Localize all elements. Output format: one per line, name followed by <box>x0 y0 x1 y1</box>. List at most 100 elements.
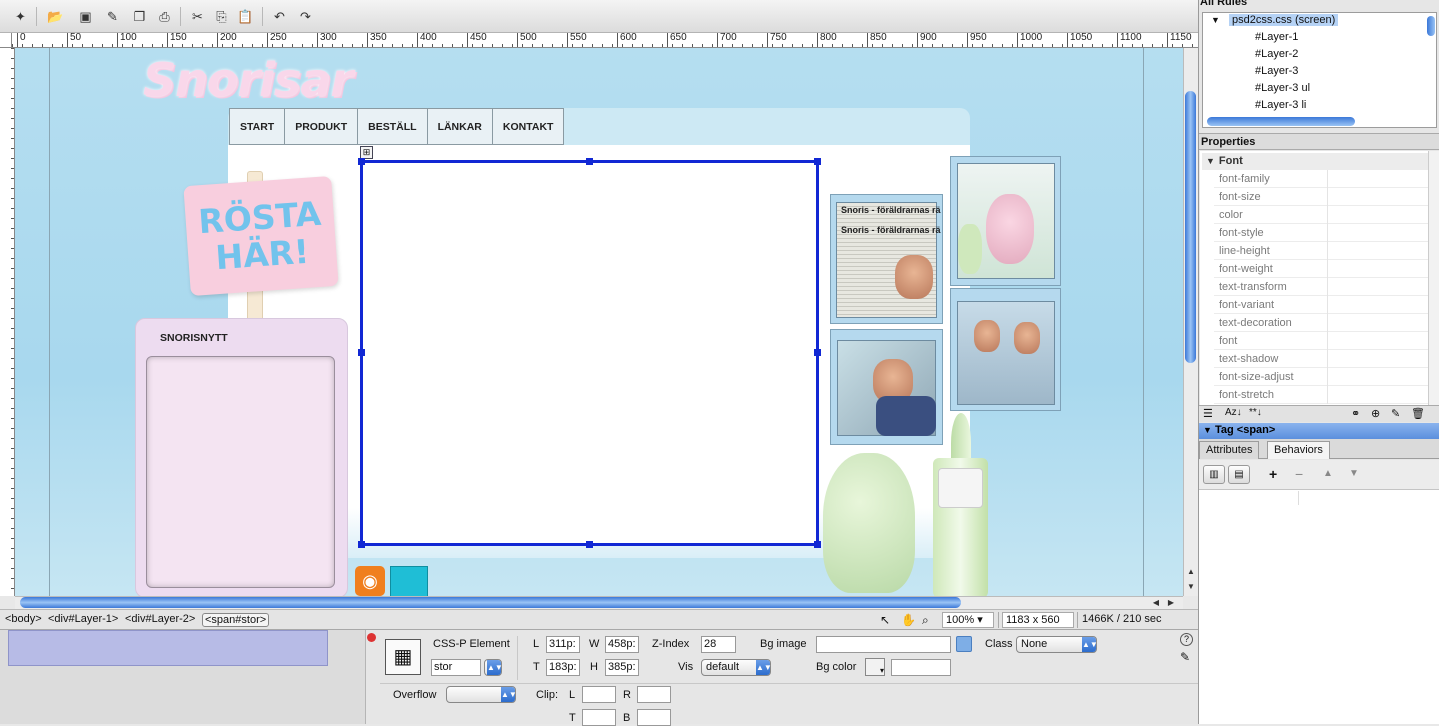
left-field[interactable]: 311p: <box>546 636 580 653</box>
tag-selector-span-stor[interactable]: <span#stor> <box>202 613 270 627</box>
top-field[interactable]: 183p: <box>546 659 580 676</box>
browse-folder-icon[interactable] <box>956 636 972 652</box>
tag-selector-body[interactable]: <body> <box>5 613 42 625</box>
new-rule-icon[interactable]: ⊕ <box>1371 407 1380 420</box>
delete-rule-icon[interactable]: 🗑 <box>1411 407 1425 420</box>
property-row[interactable]: font-size <box>1214 188 1428 206</box>
nav-bestall[interactable]: BESTÄLL <box>358 109 428 144</box>
add-behavior-icon[interactable]: + <box>1269 466 1277 482</box>
nav-start[interactable]: START <box>230 109 286 144</box>
element-id-field[interactable]: stor <box>431 659 481 676</box>
nav-kontakt[interactable]: KONTAKT <box>493 109 564 144</box>
vertical-ruler[interactable] <box>0 48 15 596</box>
set-properties-icon[interactable]: **↓ <box>1249 407 1262 418</box>
width-field[interactable]: 458p: <box>605 636 639 653</box>
css-rules-tree[interactable]: ▼ psd2css.css (screen) #Layer-1 #Layer-2… <box>1202 12 1437 128</box>
design-view[interactable]: Snorisar START PRODUKT BESTÄLL LÄNKAR KO… <box>15 48 1183 596</box>
tag-selector-layer1[interactable]: <div#Layer-1> <box>48 613 118 625</box>
height-field[interactable]: 385p: <box>605 659 639 676</box>
property-row[interactable]: line-height <box>1214 242 1428 260</box>
ruler-origin[interactable] <box>0 33 12 48</box>
paste-icon[interactable]: 📋 <box>237 8 254 25</box>
zoom-tool-icon[interactable]: ⌕ <box>922 613 929 628</box>
copy-icon[interactable]: ⎘ <box>213 8 230 25</box>
visibility-select[interactable]: default ▲▼ <box>701 659 772 676</box>
property-row[interactable]: font-size-adjust <box>1214 368 1428 386</box>
resize-handle[interactable] <box>814 541 821 548</box>
help-icon[interactable]: ? <box>1180 633 1193 646</box>
stylesheet-item[interactable]: psd2css.css (screen) <box>1229 14 1339 26</box>
undo-icon[interactable]: ↶ <box>271 8 288 25</box>
clip-right-field[interactable] <box>637 686 671 703</box>
rule-item[interactable]: #Layer-3 <box>1255 65 1298 77</box>
overflow-select[interactable]: ▲▼ <box>446 686 517 703</box>
clip-top-field[interactable] <box>582 709 616 726</box>
category-view-icon[interactable]: ☰ <box>1203 407 1213 420</box>
property-row[interactable]: font-style <box>1214 224 1428 242</box>
property-row[interactable]: font <box>1214 332 1428 350</box>
remove-behavior-icon[interactable]: − <box>1295 466 1303 482</box>
attach-stylesheet-icon[interactable]: ⚭ <box>1351 407 1360 420</box>
class-select[interactable]: None ▲▼ <box>1016 636 1098 653</box>
scroll-right-arrow[interactable]: ▶ <box>1165 598 1177 607</box>
browse-bridge-icon[interactable]: ▣ <box>77 8 94 25</box>
tab-behaviors[interactable]: Behaviors <box>1267 441 1330 459</box>
edit-rule-icon[interactable]: ✎ <box>1391 407 1400 420</box>
rule-item[interactable]: #Layer-1 <box>1255 31 1298 43</box>
rule-item[interactable]: #Layer-2 <box>1255 48 1298 60</box>
disclosure-triangle-icon[interactable]: ▼ <box>1211 15 1220 25</box>
quick-tag-editor-icon[interactable]: ✎ <box>1180 650 1190 664</box>
new-document-icon[interactable]: ✦ <box>12 8 29 25</box>
resize-handle[interactable] <box>814 349 821 356</box>
move-up-icon[interactable]: ▲ <box>1323 468 1333 479</box>
alphabetical-view-icon[interactable]: Az↓ <box>1225 407 1242 418</box>
font-group-row[interactable]: ▼ Font <box>1202 153 1428 170</box>
clip-left-field[interactable] <box>582 686 616 703</box>
property-row[interactable]: text-shadow <box>1214 350 1428 368</box>
tab-attributes[interactable]: Attributes <box>1199 441 1260 459</box>
property-row[interactable]: font-family <box>1214 170 1428 188</box>
cut-icon[interactable]: ✂ <box>189 8 206 25</box>
resize-handle[interactable] <box>814 158 821 165</box>
resize-handle[interactable] <box>586 158 593 165</box>
window-size-select[interactable]: 1183 x 560 <box>1002 612 1074 628</box>
rules-scroll-thumb[interactable] <box>1427 16 1435 36</box>
show-set-events-button[interactable]: ▥ <box>1203 465 1225 484</box>
vertical-scroll-thumb[interactable] <box>1185 91 1196 363</box>
zindex-field[interactable]: 28 <box>701 636 736 653</box>
clip-bottom-field[interactable] <box>637 709 671 726</box>
scroll-down-arrow[interactable]: ▼ <box>1185 582 1197 591</box>
print-icon[interactable]: ⎙ <box>156 8 173 25</box>
property-row[interactable]: font-stretch <box>1214 386 1428 404</box>
resize-handle[interactable] <box>586 541 593 548</box>
horizontal-ruler[interactable]: 0 50 100 150 200 250 300 350 400 450 500 550 600 650 7… <box>12 33 1198 48</box>
element-id-dropdown[interactable]: ▲▼ <box>484 659 503 676</box>
twitter-icon[interactable] <box>390 566 428 596</box>
pointer-tool-icon[interactable]: ↖ <box>880 613 890 627</box>
rules-hscroll-thumb[interactable] <box>1207 117 1355 126</box>
color-picker-swatch[interactable]: ▾ <box>865 658 885 676</box>
bg-color-field[interactable] <box>891 659 951 676</box>
open-folder-icon[interactable]: 📂 <box>47 8 64 25</box>
properties-scrollbar[interactable] <box>1428 151 1439 405</box>
property-row[interactable]: color <box>1214 206 1428 224</box>
scroll-left-arrow[interactable]: ◀ <box>1150 598 1162 607</box>
property-row[interactable]: text-decoration <box>1214 314 1428 332</box>
property-row[interactable]: font-variant <box>1214 296 1428 314</box>
nav-produkt[interactable]: PRODUKT <box>285 109 359 144</box>
move-down-icon[interactable]: ▼ <box>1349 468 1359 479</box>
horizontal-scroll-thumb[interactable] <box>20 597 961 608</box>
vote-sign[interactable]: RÖSTA HÄR! <box>183 175 339 297</box>
close-inspector-icon[interactable] <box>367 633 376 642</box>
selected-layer-stor[interactable] <box>358 158 821 548</box>
nav-lankar[interactable]: LÄNKAR <box>428 109 493 144</box>
show-all-events-button[interactable]: ▤ <box>1228 465 1250 484</box>
property-row[interactable]: font-weight <box>1214 260 1428 278</box>
properties-table[interactable]: ▼ Font font-family font-size color font-s… <box>1200 151 1428 405</box>
rule-item[interactable]: #Layer-3 ul <box>1255 82 1310 94</box>
resize-handle[interactable] <box>358 349 365 356</box>
save-icon[interactable]: ✎ <box>104 8 121 25</box>
hand-tool-icon[interactable]: ✋ <box>901 613 916 627</box>
scroll-up-arrow[interactable]: ▲ <box>1185 567 1197 576</box>
redo-icon[interactable]: ↷ <box>297 8 314 25</box>
